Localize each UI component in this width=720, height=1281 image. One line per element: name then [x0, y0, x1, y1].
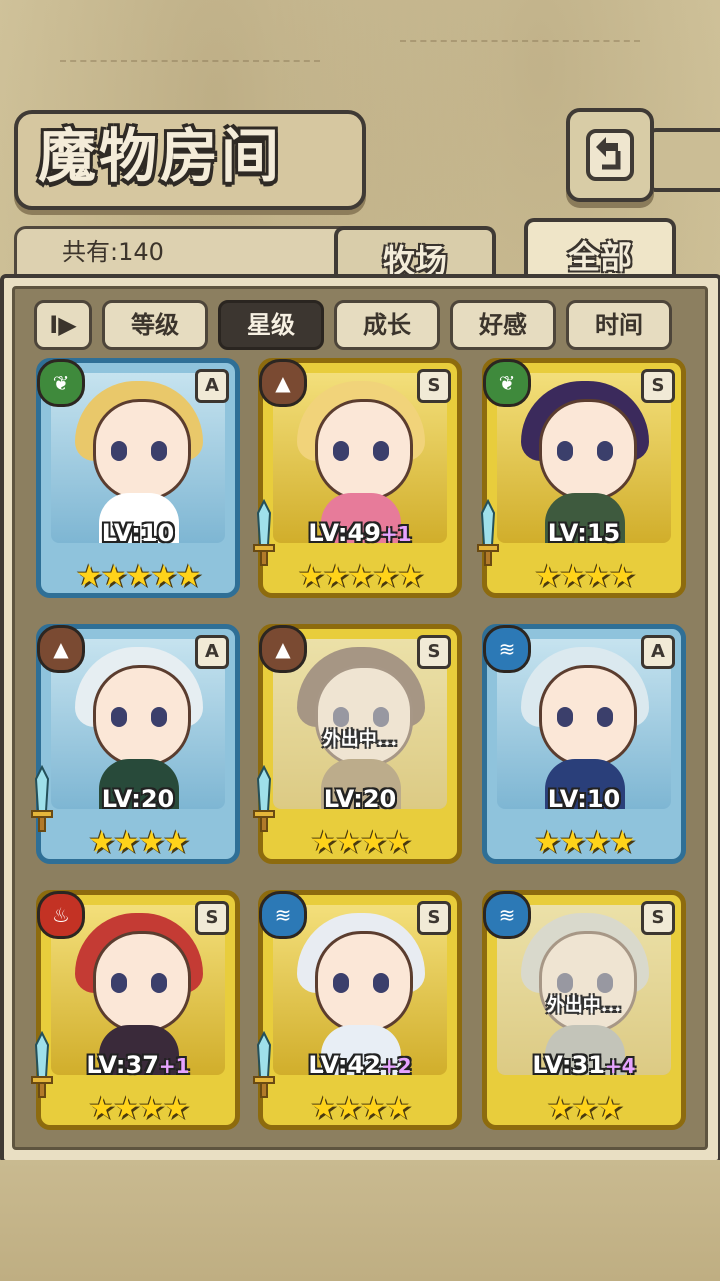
level-value: LV:10 [101, 519, 175, 547]
monster-level: LV:20 [263, 785, 457, 813]
level-bonus: +1 [158, 1054, 190, 1078]
rarity-badge: A [641, 635, 675, 669]
monster-card[interactable]: 外出中... ▲ S LV:20 ★★★★ [253, 624, 462, 864]
monster-card[interactable]: ≋ A LV:10 ★★★★ [482, 624, 686, 864]
monster-card[interactable]: ♨ S LV:37+1 ★★★★ [31, 890, 240, 1130]
monster-level: LV:20 [41, 785, 235, 813]
level-bonus: +4 [604, 1054, 636, 1078]
rarity-badge: A [195, 369, 229, 403]
portrait-eye [373, 973, 389, 993]
portrait-face [315, 399, 413, 501]
monster-level: LV:10 [41, 519, 235, 547]
rarity-badge: S [641, 369, 675, 403]
portrait-face [93, 931, 191, 1033]
portrait-eye [151, 441, 167, 461]
portrait-face [539, 399, 637, 501]
sort-star-button[interactable]: 星级 [218, 300, 324, 350]
level-bonus: +2 [380, 1054, 412, 1078]
level-value: LV:42 [308, 1051, 381, 1079]
monster-level: LV:37+1 [41, 1051, 235, 1079]
monster-card[interactable]: ▲ A LV:20 ★★★★ [31, 624, 240, 864]
portrait-face [93, 665, 191, 767]
portrait-face [315, 931, 413, 1033]
earth-element-icon: ▲ [259, 359, 307, 407]
star-rating: ★★★★ [88, 1091, 190, 1126]
rarity-badge: S [641, 901, 675, 935]
monster-level: LV:31+4 [487, 1051, 681, 1079]
earth-element-icon: ▲ [259, 625, 307, 673]
portrait-eye [151, 973, 167, 993]
monster-card[interactable]: 外出中... ≋ S LV:31+4 ★★★ [482, 890, 686, 1130]
back-bar [646, 128, 720, 192]
rarity-badge: S [417, 369, 451, 403]
level-bonus: +1 [380, 522, 412, 546]
monster-count: 共有:140 [62, 238, 164, 266]
monster-level: LV:10 [487, 785, 681, 813]
fire-element-icon: ♨ [37, 891, 85, 939]
star-rating: ★★★★ [534, 825, 636, 860]
portrait-eye [111, 973, 127, 993]
rarity-badge: S [195, 901, 229, 935]
monster-level: LV:49+1 [263, 519, 457, 547]
water-element-icon: ≋ [483, 891, 531, 939]
water-element-icon: ≋ [259, 891, 307, 939]
page-title: 魔物房间 [38, 122, 283, 190]
sort-order-toggle[interactable]: I▶ [34, 300, 92, 350]
monster-card[interactable]: ▲ S LV:49+1 ★★★★★ [253, 358, 462, 598]
monster-level: LV:42+2 [263, 1051, 457, 1079]
portrait-eye [333, 441, 349, 461]
back-arrow-icon [586, 129, 634, 181]
level-value: LV:20 [323, 785, 397, 813]
portrait-face [539, 665, 637, 767]
water-element-icon: ≋ [483, 625, 531, 673]
sort-level-button[interactable]: 等级 [102, 300, 208, 350]
sort-affection-button[interactable]: 好感 [450, 300, 556, 350]
away-status-label: 外出中... [546, 995, 622, 1016]
portrait-eye [111, 441, 127, 461]
sort-growth-button[interactable]: 成长 [334, 300, 440, 350]
level-value: LV:31 [532, 1051, 605, 1079]
portrait-eye [111, 707, 127, 727]
level-value: LV:49 [308, 519, 381, 547]
star-rating: ★★★ [546, 1091, 624, 1126]
portrait-eye [151, 707, 167, 727]
rarity-badge: S [417, 901, 451, 935]
portrait-eye [557, 707, 573, 727]
star-rating: ★★★★ [534, 559, 636, 594]
monster-level: LV:15 [487, 519, 681, 547]
level-value: LV:37 [86, 1051, 159, 1079]
portrait-eye [597, 441, 613, 461]
portrait-eye [333, 973, 349, 993]
wood-element-icon: ❦ [37, 359, 85, 407]
away-status-label: 外出中... [322, 729, 398, 750]
star-rating: ★★★★ [310, 825, 412, 860]
sort-time-button[interactable]: 时间 [566, 300, 672, 350]
monster-card[interactable]: ≋ S LV:42+2 ★★★★ [253, 890, 462, 1130]
map-line [60, 60, 320, 62]
rarity-badge: S [417, 635, 451, 669]
portrait-face [93, 399, 191, 501]
star-rating: ★★★★ [310, 1091, 412, 1126]
star-rating: ★★★★★ [75, 559, 202, 594]
star-rating: ★★★★★ [297, 559, 424, 594]
level-value: LV:10 [547, 785, 621, 813]
star-rating: ★★★★ [88, 825, 190, 860]
level-value: LV:15 [547, 519, 621, 547]
map-line [400, 40, 640, 42]
portrait-eye [373, 441, 389, 461]
monster-card[interactable]: ❦ S LV:15 ★★★★ [477, 358, 686, 598]
monster-card[interactable]: ❦ A LV:10 ★★★★★ [36, 358, 240, 598]
bottom-background [0, 1160, 720, 1281]
rarity-badge: A [195, 635, 229, 669]
wood-element-icon: ❦ [483, 359, 531, 407]
portrait-eye [597, 707, 613, 727]
portrait-eye [557, 441, 573, 461]
back-button[interactable] [566, 108, 654, 202]
level-value: LV:20 [101, 785, 175, 813]
earth-element-icon: ▲ [37, 625, 85, 673]
